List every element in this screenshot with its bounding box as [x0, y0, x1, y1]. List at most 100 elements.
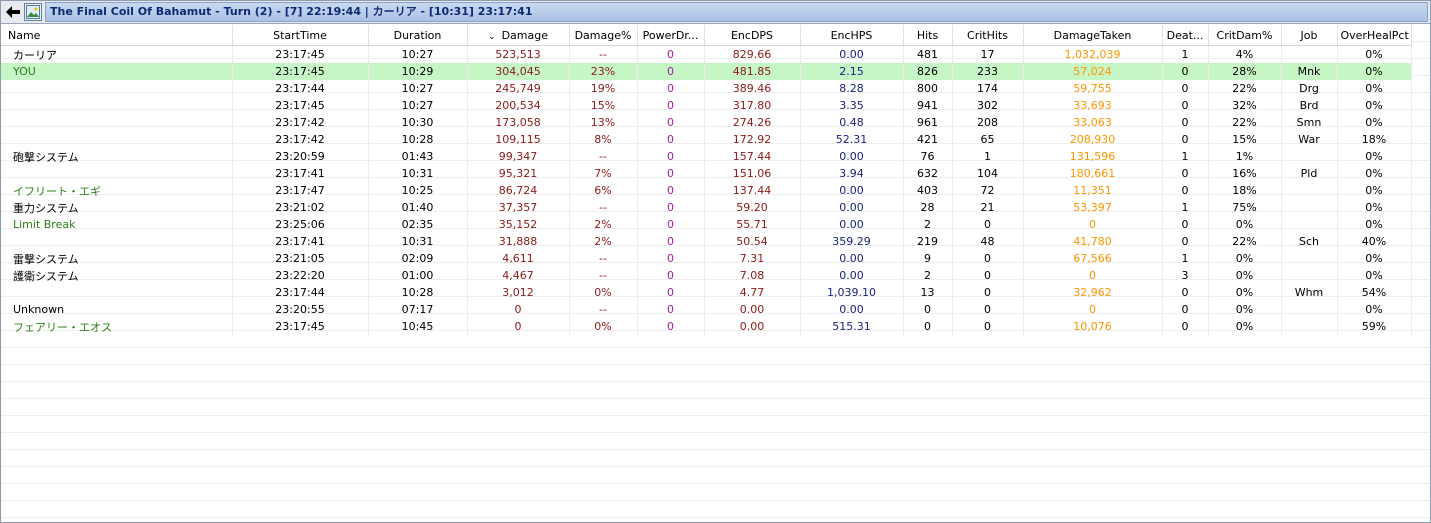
table-row[interactable]: 23:17:42 10:28 109,115 8% 0 172.92 52.31 421 65 2…: [1, 131, 1412, 148]
table-row[interactable]: 砲撃システム 23:20:59 01:43 99,347 -- 0 157.44 0.00 76…: [1, 148, 1412, 165]
cell-powerdrain: 0: [637, 284, 705, 301]
column-header-name[interactable]: Name: [1, 25, 233, 46]
cell-critdam: 0%: [1208, 301, 1282, 318]
cell-encdps: 4.77: [704, 284, 801, 301]
column-header-enchps[interactable]: EncHPS: [800, 25, 904, 46]
cell-damagetaken: 131,596: [1023, 148, 1163, 165]
cell-hits: 941: [903, 97, 953, 114]
column-header-damage-pct[interactable]: Damage%: [569, 25, 638, 46]
cell-duration: 10:27: [368, 97, 468, 114]
table-row[interactable]: YOU 23:17:45 10:29 304,045 23% 0 481.85 2.15 826…: [1, 63, 1412, 80]
column-header-powerdrain[interactable]: PowerDr...: [637, 25, 705, 46]
cell-damage: 4,467: [467, 267, 570, 284]
cell-deaths: 0: [1162, 284, 1209, 301]
column-header-damage-label: Damage: [501, 28, 548, 42]
cell-damagetaken: 33,693: [1023, 97, 1163, 114]
cell-job: [1281, 182, 1338, 199]
picture-icon: [24, 3, 42, 21]
cell-deaths: 1: [1162, 45, 1209, 63]
table-row[interactable]: 23:17:41 10:31 31,888 2% 0 50.54 359.29 219 48 41…: [1, 233, 1412, 250]
cell-damage: 3,012: [467, 284, 570, 301]
column-header-critdam[interactable]: CritDam%: [1208, 25, 1282, 46]
column-header-starttime[interactable]: StartTime: [232, 25, 369, 46]
column-header-damage[interactable]: ⌄ Damage: [467, 25, 570, 46]
cell-enchps: 3.35: [800, 97, 904, 114]
cell-damagetaken: 0: [1023, 216, 1163, 233]
cell-deaths: 0: [1162, 318, 1209, 335]
cell-damagetaken: 33,063: [1023, 114, 1163, 131]
table-row[interactable]: 23:17:42 10:30 173,058 13% 0 274.26 0.48 961 208…: [1, 114, 1412, 131]
column-header-deaths[interactable]: Deat...: [1162, 25, 1209, 46]
cell-crithits: 0: [952, 318, 1024, 335]
cell-overhealpct: 0%: [1337, 199, 1412, 216]
table-row[interactable]: 23:17:44 10:27 245,749 19% 0 389.46 8.28 800 174…: [1, 80, 1412, 97]
cell-encdps: 172.92: [704, 131, 801, 148]
cell-duration: 01:40: [368, 199, 468, 216]
table-row[interactable]: Limit Break 23:25:06 02:35 35,152 2% 0 55.71 0.…: [1, 216, 1412, 233]
cell-hits: 13: [903, 284, 953, 301]
cell-damage: 0: [467, 318, 570, 335]
back-arrow-icon[interactable]: [4, 3, 22, 21]
cell-deaths: 1: [1162, 250, 1209, 267]
cell-crithits: 48: [952, 233, 1024, 250]
table-row[interactable]: イフリート・エギ 23:17:47 10:25 86,724 6% 0 137.44 0.00…: [1, 182, 1412, 199]
cell-overhealpct: 18%: [1337, 131, 1412, 148]
column-header-hits[interactable]: Hits: [903, 25, 953, 46]
cell-crithits: 0: [952, 284, 1024, 301]
cell-damage-pct: --: [569, 199, 638, 216]
cell-starttime: 23:17:42: [232, 131, 369, 148]
table-row[interactable]: 23:17:45 10:27 200,534 15% 0 317.80 3.35 941 302…: [1, 97, 1412, 114]
cell-damage: 31,888: [467, 233, 570, 250]
cell-powerdrain: 0: [637, 233, 705, 250]
table-row[interactable]: 23:17:41 10:31 95,321 7% 0 151.06 3.94 632 104 18…: [1, 165, 1412, 182]
table-row[interactable]: 護衛システム 23:22:20 01:00 4,467 -- 0 7.08 0.00 2 0 0 3 0…: [1, 267, 1412, 284]
cell-name: [1, 284, 233, 301]
cell-starttime: 23:21:02: [232, 199, 369, 216]
column-header-crithits[interactable]: CritHits: [952, 25, 1024, 46]
table-row[interactable]: フェアリー・エオス 23:17:45 10:45 0 0% 0 0.00 515.31 0 0 10…: [1, 318, 1412, 335]
cell-duration: 10:28: [368, 284, 468, 301]
table-row[interactable]: Unknown 23:20:55 07:17 0 -- 0 0.00 0.00 0 0 0 0 0% 0%: [1, 301, 1412, 318]
cell-damage: 245,749: [467, 80, 570, 97]
cell-enchps: 359.29: [800, 233, 904, 250]
table-header-row: Name StartTime Duration ⌄ Damage Damage% …: [1, 25, 1412, 46]
column-header-damagetaken[interactable]: DamageTaken: [1023, 25, 1163, 46]
cell-overhealpct: 40%: [1337, 233, 1412, 250]
cell-starttime: 23:20:55: [232, 301, 369, 318]
cell-critdam: 75%: [1208, 199, 1282, 216]
cell-overhealpct: 0%: [1337, 63, 1412, 80]
cell-starttime: 23:17:44: [232, 80, 369, 97]
cell-powerdrain: 0: [637, 267, 705, 284]
table-row[interactable]: 23:17:44 10:28 3,012 0% 0 4.77 1,039.10 13 0 32,9…: [1, 284, 1412, 301]
cell-damage: 99,347: [467, 148, 570, 165]
table-row[interactable]: 重力システム 23:21:02 01:40 37,357 -- 0 59.20 0.00 28 2…: [1, 199, 1412, 216]
cell-name: イフリート・エギ: [1, 182, 233, 199]
column-header-overhealpct[interactable]: OverHealPct: [1337, 25, 1412, 46]
cell-job: Mnk: [1281, 63, 1338, 80]
cell-deaths: 0: [1162, 301, 1209, 318]
cell-overhealpct: 0%: [1337, 97, 1412, 114]
column-header-duration[interactable]: Duration: [368, 25, 468, 46]
cell-encdps: 151.06: [704, 165, 801, 182]
cell-job: Sch: [1281, 233, 1338, 250]
cell-powerdrain: 0: [637, 80, 705, 97]
cell-crithits: 72: [952, 182, 1024, 199]
cell-job: [1281, 148, 1338, 165]
column-header-job[interactable]: Job: [1281, 25, 1338, 46]
table-row[interactable]: 雷撃システム 23:21:05 02:09 4,611 -- 0 7.31 0.00 9 0 67,…: [1, 250, 1412, 267]
cell-damage-pct: --: [569, 250, 638, 267]
cell-overhealpct: 54%: [1337, 284, 1412, 301]
cell-job: [1281, 318, 1338, 335]
cell-hits: 0: [903, 318, 953, 335]
cell-hits: 421: [903, 131, 953, 148]
table-row[interactable]: カーリア 23:17:45 10:27 523,513 -- 0 829.66 0.00 481…: [1, 45, 1412, 63]
cell-critdam: 22%: [1208, 80, 1282, 97]
column-header-encdps[interactable]: EncDPS: [704, 25, 801, 46]
cell-damagetaken: 32,962: [1023, 284, 1163, 301]
cell-damage-pct: 7%: [569, 165, 638, 182]
cell-overhealpct: 0%: [1337, 148, 1412, 165]
cell-critdam: 4%: [1208, 45, 1282, 63]
cell-duration: 07:17: [368, 301, 468, 318]
cell-name: [1, 233, 233, 250]
cell-name: 重力システム: [1, 199, 233, 216]
